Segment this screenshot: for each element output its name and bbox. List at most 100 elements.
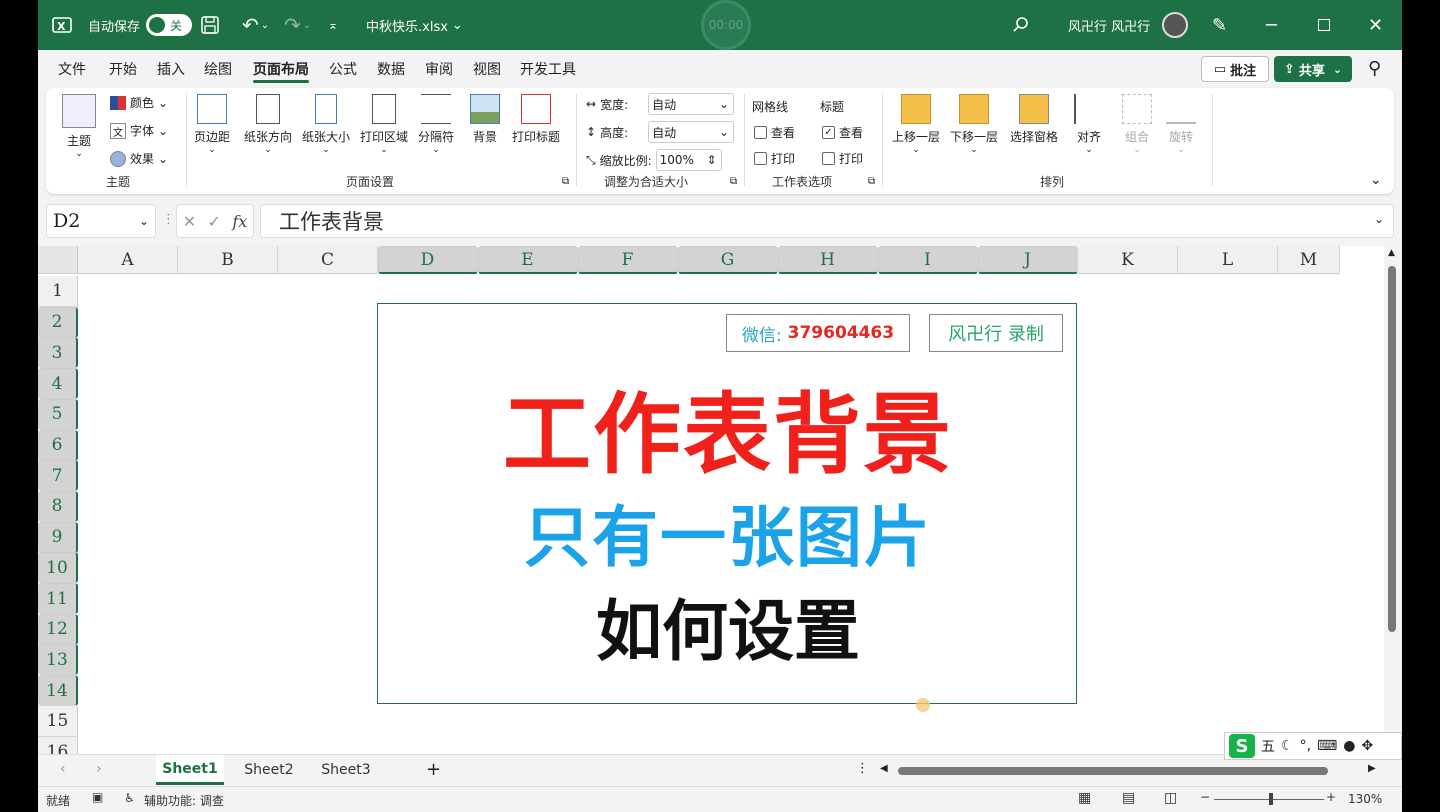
punctuation-icon[interactable]: °, xyxy=(1300,738,1311,754)
row-header[interactable]: 9 xyxy=(38,521,78,553)
column-header[interactable]: H xyxy=(778,246,878,274)
row-header[interactable]: 4 xyxy=(38,368,78,400)
print-area-button[interactable]: 打印区域 ⌄ xyxy=(360,94,408,155)
column-header[interactable]: K xyxy=(1078,246,1178,274)
page-break-view-icon[interactable]: ◫ xyxy=(1164,790,1177,806)
column-header[interactable]: D xyxy=(378,246,478,274)
column-header[interactable]: F xyxy=(578,246,678,274)
autosave-toggle[interactable]: 关 xyxy=(146,14,193,36)
gridlines-view-checkbox[interactable]: 查看 xyxy=(754,124,795,141)
row-header[interactable]: 11 xyxy=(38,583,78,614)
insert-function-icon[interactable]: fx xyxy=(232,212,247,231)
column-header[interactable]: J xyxy=(978,246,1078,274)
tab-draw[interactable]: 绘图 xyxy=(204,50,232,88)
ime-toolbar[interactable]: S 五 ☾ °, ⌨ ● ✥ xyxy=(1224,732,1402,760)
page-setup-launcher-icon[interactable]: ⧉ xyxy=(562,176,569,187)
tab-data[interactable]: 数据 xyxy=(377,50,405,88)
tab-page-layout[interactable]: 页面布局 xyxy=(253,50,309,88)
enter-icon[interactable]: ✓ xyxy=(208,212,221,231)
orientation-button[interactable]: 纸张方向 ⌄ xyxy=(244,94,292,155)
accessibility-icon[interactable]: ♿ xyxy=(124,791,135,805)
scale-launcher-icon[interactable]: ⧉ xyxy=(730,176,737,187)
moon-icon[interactable]: ☾ xyxy=(1281,738,1294,754)
cancel-icon[interactable]: ✕ xyxy=(183,212,196,231)
worksheet-grid[interactable]: ABCDEFGHIJKLM 1 2 3 4 5 6 7 8 9 10 11 12 13 14 15 16 微信… xyxy=(38,246,1384,754)
column-header[interactable]: C xyxy=(278,246,378,274)
scale-input[interactable]: 100% ⇕ xyxy=(655,149,722,171)
sheet-tab-2[interactable]: Sheet2 xyxy=(234,755,304,785)
row-header[interactable]: 14 xyxy=(38,675,78,707)
normal-view-icon[interactable]: ▦ xyxy=(1078,790,1091,806)
filename[interactable]: 中秋快乐.xlsx ⌄ xyxy=(366,0,463,50)
zoom-out-icon[interactable]: − xyxy=(1200,790,1210,804)
row-header[interactable]: 7 xyxy=(38,460,78,492)
tab-developer[interactable]: 开发工具 xyxy=(520,50,576,88)
keyboard-icon[interactable]: ⌨ xyxy=(1317,738,1337,754)
user-name[interactable]: 风卍行 风卍行 xyxy=(1068,0,1150,50)
height-select[interactable]: 自动 ⌄ xyxy=(648,121,735,143)
sheet-options-launcher-icon[interactable]: ⧉ xyxy=(868,176,875,187)
width-select[interactable]: 自动 ⌄ xyxy=(648,93,735,115)
group-button[interactable]: 组合 ⌄ xyxy=(1122,94,1152,155)
collapse-ribbon-icon[interactable]: ⌄ xyxy=(1370,172,1382,188)
search-icon[interactable] xyxy=(1012,0,1030,50)
column-header[interactable]: E xyxy=(478,246,578,274)
row-header[interactable]: 6 xyxy=(38,429,78,461)
tab-view[interactable]: 视图 xyxy=(473,50,501,88)
autosave[interactable]: 自动保存 关 xyxy=(88,0,193,50)
fonts-button[interactable]: 文字体 ⌄ xyxy=(110,122,168,139)
column-header[interactable]: M xyxy=(1278,246,1340,274)
select-all[interactable] xyxy=(38,246,78,274)
margins-button[interactable]: 页边距 ⌄ xyxy=(194,94,230,155)
bring-forward-button[interactable]: 上移一层 ⌄ xyxy=(892,94,940,155)
ime-mode[interactable]: 五 xyxy=(1261,736,1275,756)
close-icon[interactable]: ✕ xyxy=(1368,0,1383,50)
prev-sheet-icon[interactable]: ‹ xyxy=(60,761,66,777)
person-search-icon[interactable]: ⚲ xyxy=(1368,58,1381,79)
redo-icon[interactable]: ↷ ⌄ xyxy=(284,0,311,50)
tab-home[interactable]: 开始 xyxy=(109,50,137,88)
selection-pane-button[interactable]: 选择窗格 xyxy=(1010,94,1058,145)
column-header[interactable]: I xyxy=(878,246,978,274)
row-header[interactable]: 16 xyxy=(38,736,78,754)
zoom-in-icon[interactable]: + xyxy=(1326,790,1336,804)
size-button[interactable]: 纸张大小 ⌄ xyxy=(302,94,350,155)
maximize-icon[interactable] xyxy=(1318,0,1330,50)
tab-review[interactable]: 审阅 xyxy=(425,50,453,88)
more-icon[interactable]: ⋮ xyxy=(162,212,175,227)
zoom-level[interactable]: 130% xyxy=(1348,792,1382,806)
row-header[interactable]: 2 xyxy=(38,306,78,338)
row-header[interactable]: 10 xyxy=(38,552,78,584)
macro-record-icon[interactable]: ▣ xyxy=(92,790,103,804)
row-header[interactable]: 1 xyxy=(38,276,78,307)
add-sheet-icon[interactable]: + xyxy=(426,759,441,780)
row-header[interactable]: 3 xyxy=(38,337,78,369)
save-icon[interactable] xyxy=(200,0,220,50)
zoom-slider[interactable] xyxy=(1214,793,1324,805)
headings-print-checkbox[interactable]: 打印 xyxy=(822,150,863,167)
scroll-left-icon[interactable]: ◀ xyxy=(880,763,888,774)
print-titles-button[interactable]: 打印标题 xyxy=(512,94,560,145)
colors-button[interactable]: 颜色 ⌄ xyxy=(110,94,168,111)
sheet-tab-1[interactable]: Sheet1 xyxy=(156,755,224,785)
column-header[interactable]: B xyxy=(178,246,278,274)
column-header[interactable]: L xyxy=(1178,246,1278,274)
next-sheet-icon[interactable]: › xyxy=(96,761,102,777)
gridlines-print-checkbox[interactable]: 打印 xyxy=(754,150,795,167)
split-handle-icon[interactable]: ⋮ xyxy=(856,761,869,776)
page-layout-view-icon[interactable]: ▤ xyxy=(1122,790,1135,806)
rotate-button[interactable]: 旋转 ⌄ xyxy=(1166,94,1196,155)
themes-button[interactable]: 主题 ⌄ xyxy=(62,94,96,159)
row-header[interactable]: 8 xyxy=(38,490,78,522)
share-button[interactable]: ⇪ 共享 ⌄ xyxy=(1274,56,1352,82)
row-header[interactable]: 15 xyxy=(38,705,78,737)
effects-button[interactable]: 效果 ⌄ xyxy=(110,150,168,167)
tab-file[interactable]: 文件 xyxy=(58,50,86,88)
customize-qat-icon[interactable]: ⌅ xyxy=(328,0,338,50)
minimize-icon[interactable]: ─ xyxy=(1266,0,1277,50)
vertical-scrollbar[interactable]: ▲ xyxy=(1384,246,1402,754)
user-icon[interactable]: ● xyxy=(1343,738,1355,754)
column-header[interactable]: G xyxy=(678,246,778,274)
sheet-tab-3[interactable]: Sheet3 xyxy=(312,755,380,785)
background-button[interactable]: 背景 xyxy=(470,94,500,145)
